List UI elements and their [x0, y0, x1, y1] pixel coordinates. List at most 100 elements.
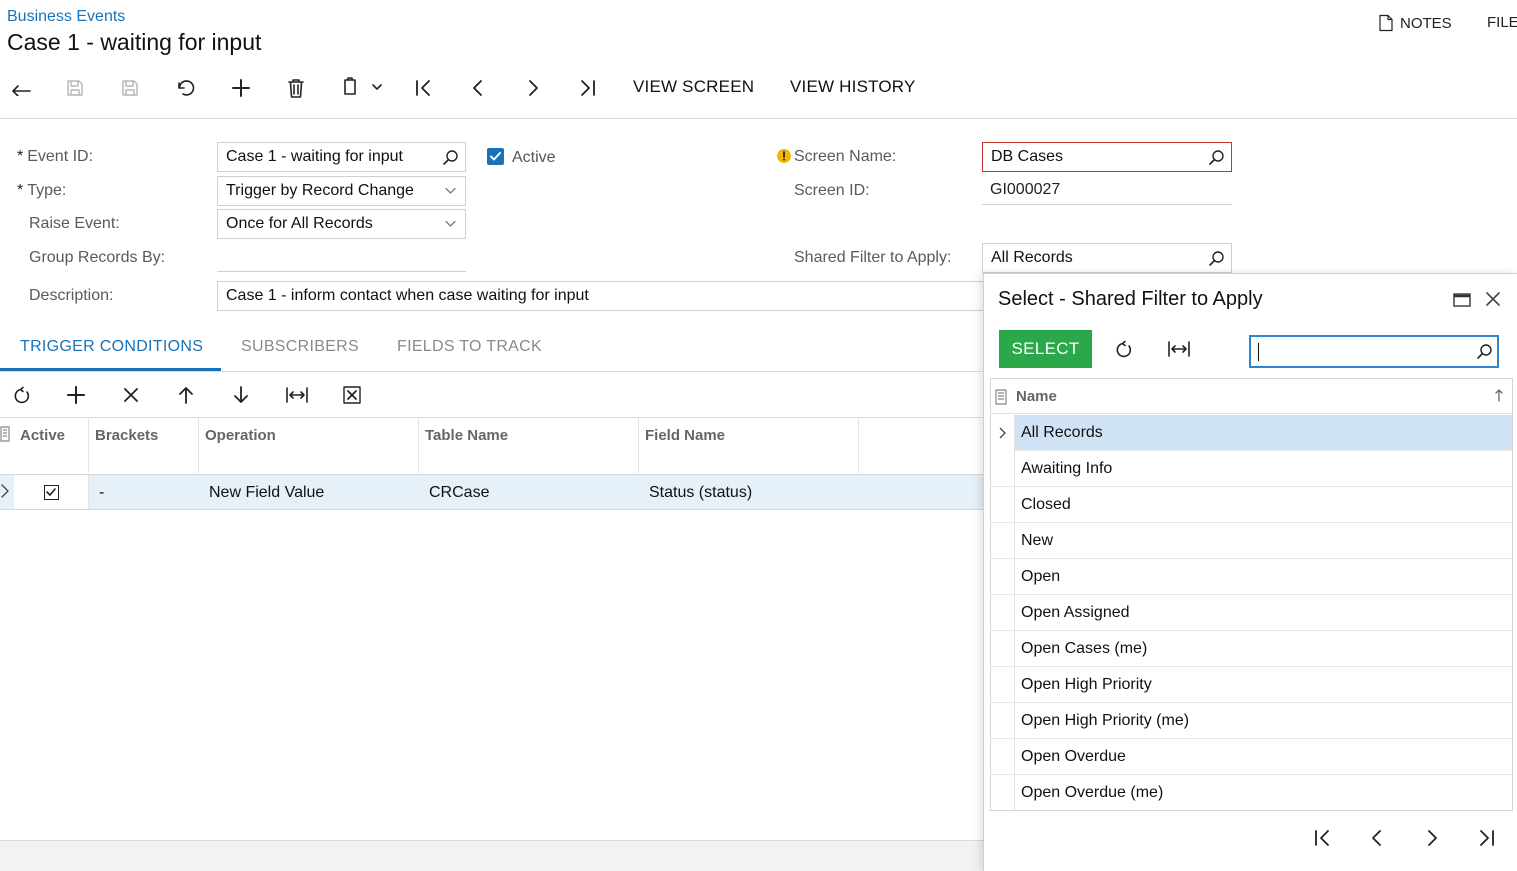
page-title: Case 1 - waiting for input [7, 29, 262, 55]
grid-settings-icon[interactable] [0, 426, 12, 442]
row-selector[interactable] [991, 595, 1015, 631]
row-selector[interactable] [991, 667, 1015, 703]
prev-page-icon[interactable] [1365, 826, 1389, 850]
fit-columns-icon[interactable] [1166, 337, 1192, 361]
tab-subscribers[interactable]: SUBSCRIBERS [241, 338, 359, 356]
row-table-name[interactable]: CRCase [429, 484, 489, 502]
grid-settings-icon[interactable] [995, 389, 1007, 405]
copy-paste-icon[interactable] [338, 74, 384, 100]
delete-row-icon[interactable] [119, 383, 143, 407]
sort-asc-icon[interactable] [1494, 388, 1504, 402]
dialog-grid-header: Name [991, 379, 1512, 414]
view-history-button[interactable]: VIEW HISTORY [790, 77, 916, 97]
list-item[interactable]: Open High Priority (me) [991, 703, 1512, 739]
row-active-checkbox[interactable] [44, 485, 59, 500]
list-item[interactable]: Open High Priority [991, 667, 1512, 703]
maximize-icon[interactable] [1450, 288, 1474, 312]
warning-icon [777, 149, 791, 163]
row-selector-icon[interactable] [0, 483, 10, 499]
first-icon[interactable] [410, 76, 436, 100]
list-item[interactable]: Open [991, 559, 1512, 595]
move-up-icon[interactable] [174, 383, 198, 407]
active-checkbox[interactable] [487, 148, 504, 165]
column-header-brackets[interactable]: Brackets [89, 418, 199, 473]
column-header-active[interactable]: Active [14, 418, 89, 473]
row-selector[interactable] [991, 631, 1015, 667]
event-id-label: * Event ID: [17, 148, 94, 165]
tab-fields-to-track[interactable]: FIELDS TO TRACK [397, 338, 542, 356]
description-field[interactable]: Case 1 - inform contact when case waitin… [217, 281, 983, 311]
group-records-field[interactable] [217, 242, 466, 272]
add-icon[interactable] [228, 76, 254, 100]
row-brackets[interactable]: - [99, 484, 104, 502]
list-item[interactable]: New [991, 523, 1512, 559]
row-selector[interactable] [991, 775, 1015, 810]
search-icon[interactable] [442, 149, 459, 166]
row-selector[interactable] [991, 739, 1015, 775]
view-screen-button[interactable]: VIEW SCREEN [633, 77, 754, 97]
first-page-icon[interactable] [1310, 826, 1334, 850]
screen-id-value: GI000027 [982, 175, 1232, 205]
column-header-table-name[interactable]: Table Name [419, 418, 639, 473]
screen-name-field[interactable]: DB Cases [982, 142, 1232, 172]
group-records-label: Group Records By: [29, 249, 166, 266]
move-down-icon[interactable] [229, 383, 253, 407]
files-button[interactable]: FILE [1487, 14, 1517, 31]
list-item[interactable]: Closed [991, 487, 1512, 523]
column-header-operation[interactable]: Operation [199, 418, 419, 473]
close-icon[interactable] [1481, 287, 1505, 311]
row-selector[interactable] [991, 415, 1015, 451]
notes-button[interactable]: NOTES [1378, 14, 1452, 32]
fit-columns-icon[interactable] [284, 383, 310, 407]
grid-footer [0, 841, 983, 871]
search-icon[interactable] [1208, 250, 1225, 267]
row-selector[interactable] [991, 487, 1015, 523]
table-row[interactable] [0, 474, 983, 510]
tab-trigger-conditions[interactable]: TRIGGER CONDITIONS [20, 338, 203, 356]
list-item[interactable]: Awaiting Info [991, 451, 1512, 487]
breadcrumb[interactable]: Business Events [7, 8, 125, 26]
refresh-icon[interactable] [1112, 337, 1136, 361]
undo-icon[interactable] [172, 76, 198, 100]
add-row-icon[interactable] [64, 383, 88, 407]
row-selector[interactable] [991, 451, 1015, 487]
dialog-search-input[interactable] [1249, 335, 1499, 368]
last-icon[interactable] [575, 76, 601, 100]
row-selector[interactable] [991, 703, 1015, 739]
event-id-field[interactable]: Case 1 - waiting for input [217, 142, 466, 172]
row-field-name[interactable]: Status (status) [649, 484, 752, 502]
row-selector[interactable] [991, 559, 1015, 595]
next-page-icon[interactable] [1420, 826, 1444, 850]
row-selector[interactable] [991, 523, 1015, 559]
save-icon[interactable] [117, 76, 143, 100]
list-item[interactable]: Open Overdue (me) [991, 775, 1512, 810]
list-item[interactable]: Open Assigned [991, 595, 1512, 631]
raise-event-select[interactable]: Once for All Records [217, 209, 466, 239]
back-icon[interactable] [8, 76, 34, 100]
chevron-down-icon [445, 187, 456, 195]
save-close-icon[interactable] [62, 76, 88, 100]
last-page-icon[interactable] [1475, 826, 1499, 850]
list-item[interactable]: Open Cases (me) [991, 631, 1512, 667]
list-item[interactable]: All Records [991, 415, 1512, 451]
next-icon[interactable] [520, 76, 546, 100]
type-value: Trigger by Record Change [226, 182, 414, 199]
column-header-name[interactable]: Name [1016, 388, 1057, 405]
notes-label: NOTES [1400, 14, 1452, 32]
refresh-icon[interactable] [10, 383, 34, 407]
toolbar-divider [0, 118, 1517, 119]
list-item-label: New [1021, 532, 1054, 549]
text-cursor [1258, 343, 1259, 361]
search-icon[interactable] [1476, 343, 1493, 360]
search-icon[interactable] [1208, 149, 1225, 166]
shared-filter-field[interactable]: All Records [982, 243, 1232, 273]
delete-icon[interactable] [283, 76, 309, 100]
select-button[interactable]: SELECT [999, 330, 1092, 368]
screen-id-label: Screen ID: [794, 182, 870, 199]
list-item[interactable]: Open Overdue [991, 739, 1512, 775]
excel-export-icon[interactable] [340, 383, 364, 407]
column-header-field-name[interactable]: Field Name [639, 418, 859, 473]
prev-icon[interactable] [465, 76, 491, 100]
type-select[interactable]: Trigger by Record Change [217, 176, 466, 206]
row-operation[interactable]: New Field Value [209, 484, 324, 502]
